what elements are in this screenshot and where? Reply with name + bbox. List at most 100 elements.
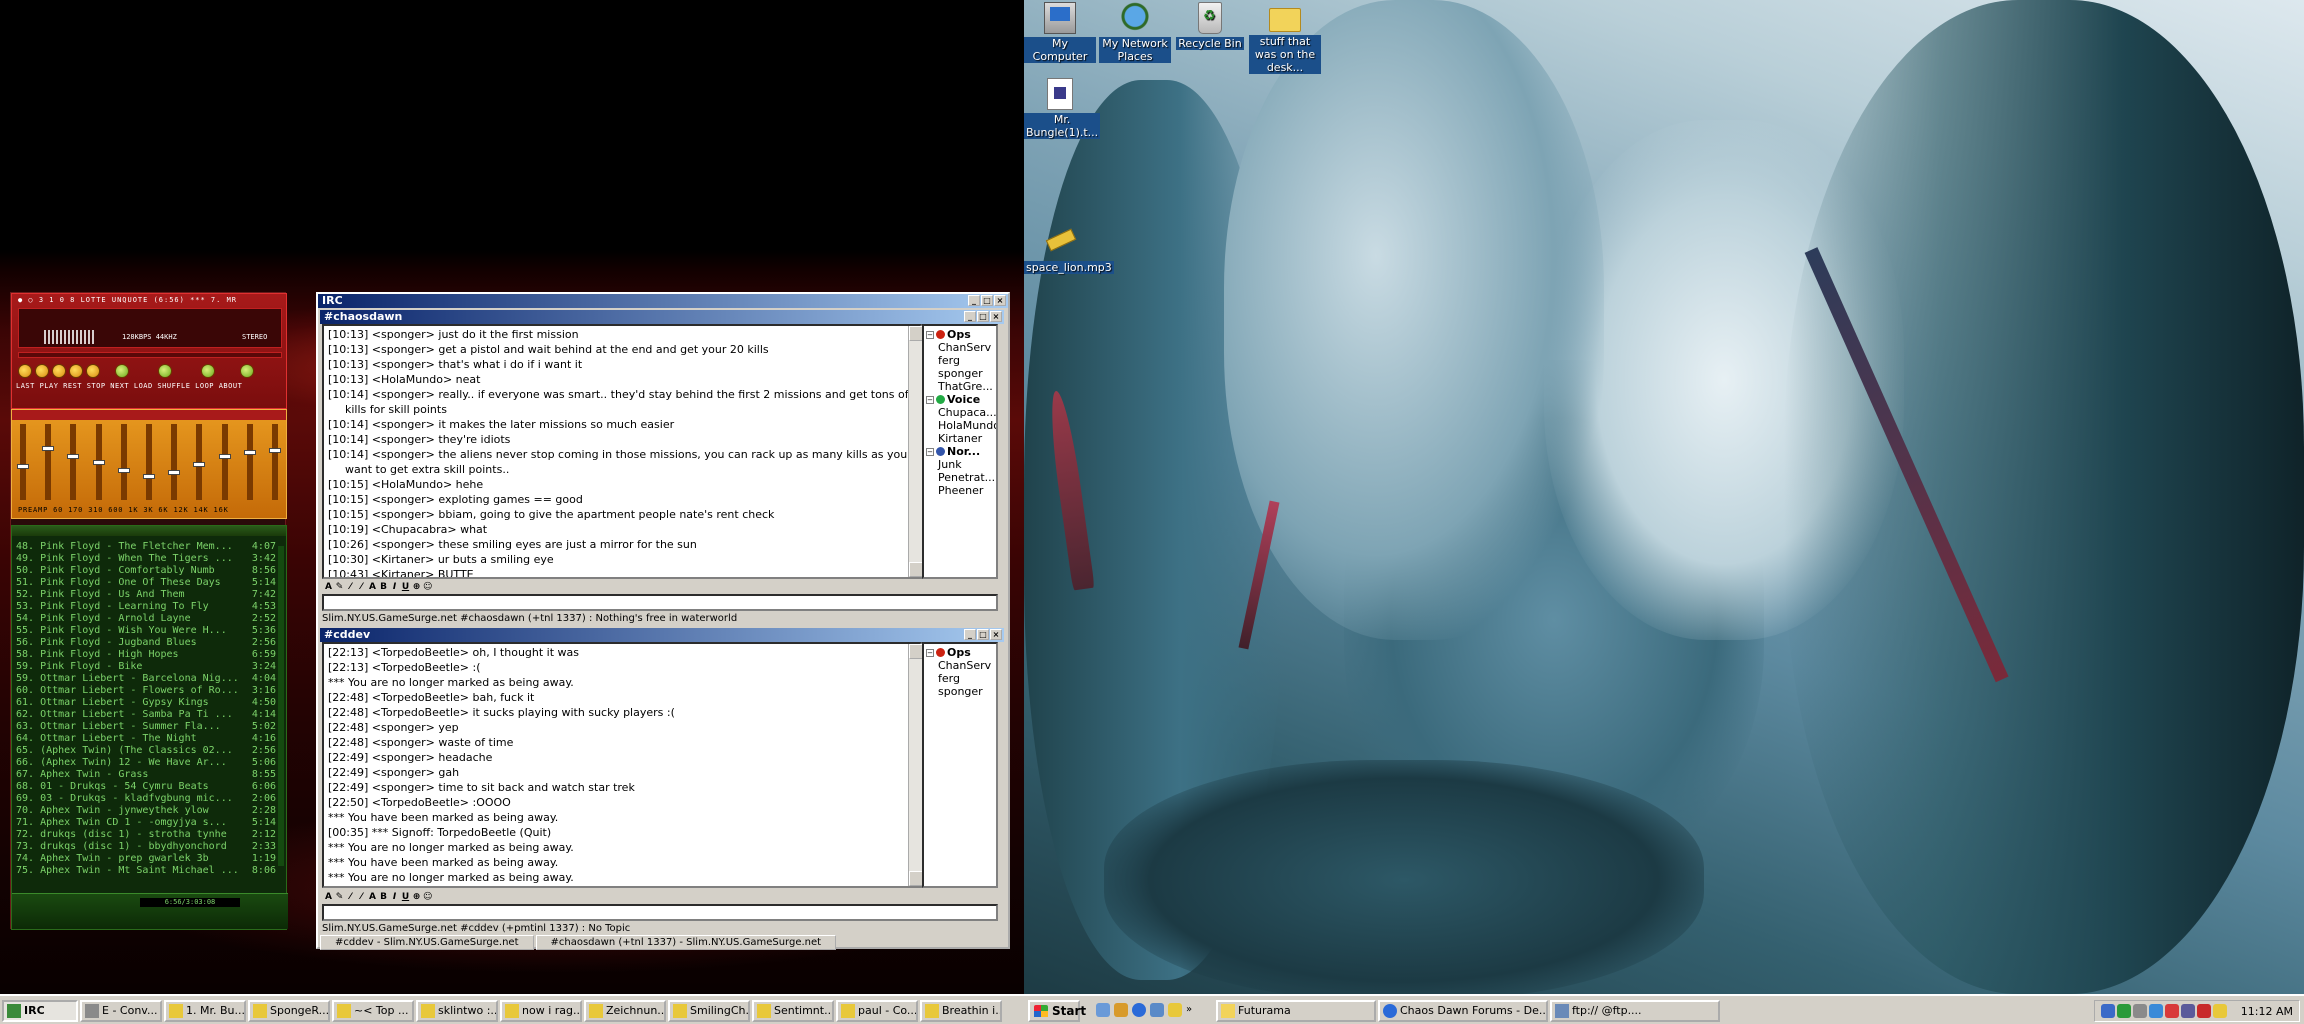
desktop-icon-my-computer[interactable]: My Computer <box>1024 2 1096 63</box>
previous-button[interactable] <box>18 364 32 378</box>
tray-icon[interactable] <box>2148 1004 2163 1018</box>
playlist-item[interactable]: 70. Aphex Twin - jynweythek ylow 2:28 <box>16 805 276 817</box>
eq-slider[interactable] <box>67 424 80 500</box>
chat-log-chaosdawn[interactable]: [10:13] <sponger> just do it the first m… <box>322 324 922 579</box>
italic-icon[interactable]: I <box>390 582 399 592</box>
loop-button[interactable] <box>201 364 215 378</box>
playlist-titlebar[interactable] <box>12 526 286 536</box>
winamp-quicklaunch-icon[interactable] <box>1168 1003 1182 1017</box>
nick-group-header[interactable]: − Voice <box>926 393 994 406</box>
irc-titlebar[interactable]: IRC _ □ × <box>318 294 1008 308</box>
winamp-title[interactable]: ● ○ 3 1 0 8 LOTTE UNQUOTE (6:56) *** 7. … <box>12 294 286 306</box>
switchbar-tab-cddev[interactable]: #cddev - Slim.NY.US.GameSurge.net <box>320 935 534 950</box>
nick-list-user[interactable]: Chupaca... <box>926 406 996 419</box>
chat-scrollbar[interactable] <box>908 644 924 886</box>
chat-input-chaosdawn[interactable] <box>322 594 998 611</box>
underline-icon[interactable]: U <box>401 892 410 902</box>
playlist-item[interactable]: 60. Ottmar Liebert - Flowers of Ro... 3:1… <box>16 685 276 697</box>
playlist-item[interactable]: 64. Ottmar Liebert - The Night 4:16 <box>16 733 276 745</box>
playlist-item[interactable]: 49. Pink Floyd - When The Tigers ... 3:42 <box>16 553 276 565</box>
next-button[interactable] <box>86 364 100 378</box>
playlist-item[interactable]: 73. drukqs (disc 1) - bbydhyonchord 2:33 <box>16 841 276 853</box>
maximize-button[interactable]: □ <box>977 629 989 640</box>
show-desktop-icon[interactable] <box>1096 1003 1110 1017</box>
nick-list-user[interactable]: HolaMundo <box>926 419 996 432</box>
taskbar-item[interactable]: E - Conv... <box>80 1000 162 1022</box>
quicklaunch-overflow-icon[interactable]: » <box>1186 1003 1200 1017</box>
eq-slider-preamp[interactable] <box>17 424 29 500</box>
collapse-box-icon[interactable]: − <box>926 330 934 339</box>
close-button[interactable]: × <box>990 311 1002 322</box>
smiley-icon[interactable]: ☺ <box>423 892 432 902</box>
playlist-scrollbar[interactable] <box>278 546 284 866</box>
tray-icon[interactable] <box>2164 1004 2179 1018</box>
eject-button[interactable] <box>115 364 129 378</box>
quicklaunch-icon[interactable] <box>1114 1003 1128 1017</box>
desktop-icon-recycle-bin[interactable]: Recycle Bin <box>1174 2 1246 50</box>
nick-list-chaosdawn[interactable]: − Ops ChanServ ferg sponger ThatGre... − Voice C… <box>922 324 998 579</box>
chat-log-cddev[interactable]: [22:13] <TorpedoBeetle> oh, I thought it… <box>322 642 922 888</box>
tray-icon[interactable] <box>2180 1004 2195 1018</box>
chat-scrollbar[interactable] <box>908 326 924 577</box>
playlist-item[interactable]: 58. Pink Floyd - High Hopes 6:59 <box>16 649 276 661</box>
playlist-item[interactable]: 67. Aphex Twin - Grass 8:55 <box>16 769 276 781</box>
format-color-icon[interactable]: A <box>324 892 333 902</box>
close-button[interactable]: × <box>990 629 1002 640</box>
taskbar-item[interactable]: paul - Co... <box>836 1000 918 1022</box>
eq-slider[interactable] <box>168 424 181 500</box>
winamp-seek-bar[interactable] <box>18 352 282 358</box>
taskbar-item-ftp[interactable]: ftp:// @ftp.... <box>1550 1000 1720 1022</box>
nick-group-header[interactable]: − Ops <box>926 646 994 659</box>
stop-button[interactable] <box>69 364 83 378</box>
format-tool-icon[interactable]: ⁄ <box>346 892 355 902</box>
globe-icon[interactable]: ⊕ <box>412 892 421 902</box>
desktop-icon-mr-bungle[interactable]: Mr. Bungle(1).t... <box>1024 78 1101 139</box>
playlist-item[interactable]: 50. Pink Floyd - Comfortably Numb 8:56 <box>16 565 276 577</box>
eq-slider[interactable] <box>243 424 256 500</box>
collapse-box-icon[interactable]: − <box>926 648 934 657</box>
switchbar-tab-chaosdawn[interactable]: #chaosdawn (+tnl 1337) - Slim.NY.US.Game… <box>535 935 837 950</box>
nick-list-user[interactable]: ChanServ <box>926 659 994 672</box>
nick-list-user[interactable]: Pheener <box>926 484 994 497</box>
start-button[interactable]: Start <box>1028 1000 1086 1022</box>
pause-button[interactable] <box>52 364 66 378</box>
taskbar-item-futurama[interactable]: Futurama <box>1216 1000 1376 1022</box>
taskbar-item[interactable]: sklintwo :... <box>416 1000 498 1022</box>
close-button[interactable]: × <box>994 295 1006 306</box>
format-tool-icon[interactable]: ⁄ <box>346 582 355 592</box>
tray-icon[interactable] <box>2196 1004 2211 1018</box>
globe-icon[interactable]: ⊕ <box>412 582 421 592</box>
tray-network-icon[interactable] <box>2100 1004 2115 1018</box>
playlist-item[interactable]: 69. 03 - Drukqs - kladfvgbung mic... 2:06 <box>16 793 276 805</box>
chat-input-cddev[interactable] <box>322 904 998 921</box>
playlist-item[interactable]: 65. (Aphex Twin) (The Classics 02... 2:56 <box>16 745 276 757</box>
winamp-visualizer[interactable] <box>44 330 94 344</box>
clock[interactable]: 11:12 AM <box>2241 1005 2293 1018</box>
playlist-item[interactable]: 54. Pink Floyd - Arnold Layne 2:52 <box>16 613 276 625</box>
desktop-icon-folder[interactable]: stuff that was on the desk... <box>1249 2 1321 74</box>
playlist-item[interactable]: 56. Pink Floyd - Jugband Blues 2:56 <box>16 637 276 649</box>
nick-list-user[interactable]: ThatGre... <box>926 380 994 393</box>
taskbar-item[interactable]: SmilingCh... <box>668 1000 750 1022</box>
nick-list-user[interactable]: sponger <box>926 367 994 380</box>
format-pen-icon[interactable]: ✎ <box>335 892 344 902</box>
playlist-item[interactable]: 75. Aphex Twin - Mt Saint Michael ... 8:0… <box>16 865 276 877</box>
format-pen-icon[interactable]: ✎ <box>335 582 344 592</box>
taskbar-item[interactable]: Breathin i... <box>920 1000 1002 1022</box>
eq-slider[interactable] <box>92 424 105 500</box>
taskbar-item[interactable]: SpongeR... <box>248 1000 330 1022</box>
format-font-icon[interactable]: A <box>368 892 377 902</box>
taskbar-item-chaos-dawn-forums[interactable]: Chaos Dawn Forums - De... <box>1378 1000 1548 1022</box>
nick-list-user[interactable]: Kirtaner <box>926 432 994 445</box>
playlist-item[interactable]: 74. Aphex Twin - prep gwarlek 3b 1:19 <box>16 853 276 865</box>
format-color-icon[interactable]: A <box>324 582 333 592</box>
channel-titlebar-cddev[interactable]: #cddev _ □ × <box>320 628 1004 642</box>
eq-slider[interactable] <box>142 424 155 500</box>
maximize-button[interactable]: □ <box>977 311 989 322</box>
maximize-button[interactable]: □ <box>981 295 993 306</box>
internet-explorer-icon[interactable] <box>1132 1003 1146 1017</box>
tray-volume-icon[interactable] <box>2212 1004 2227 1018</box>
taskbar-item[interactable]: Sentimnt... <box>752 1000 834 1022</box>
playlist-item[interactable]: 51. Pink Floyd - One Of These Days 5:14 <box>16 577 276 589</box>
format-tool-icon[interactable]: ⁄ <box>357 582 366 592</box>
